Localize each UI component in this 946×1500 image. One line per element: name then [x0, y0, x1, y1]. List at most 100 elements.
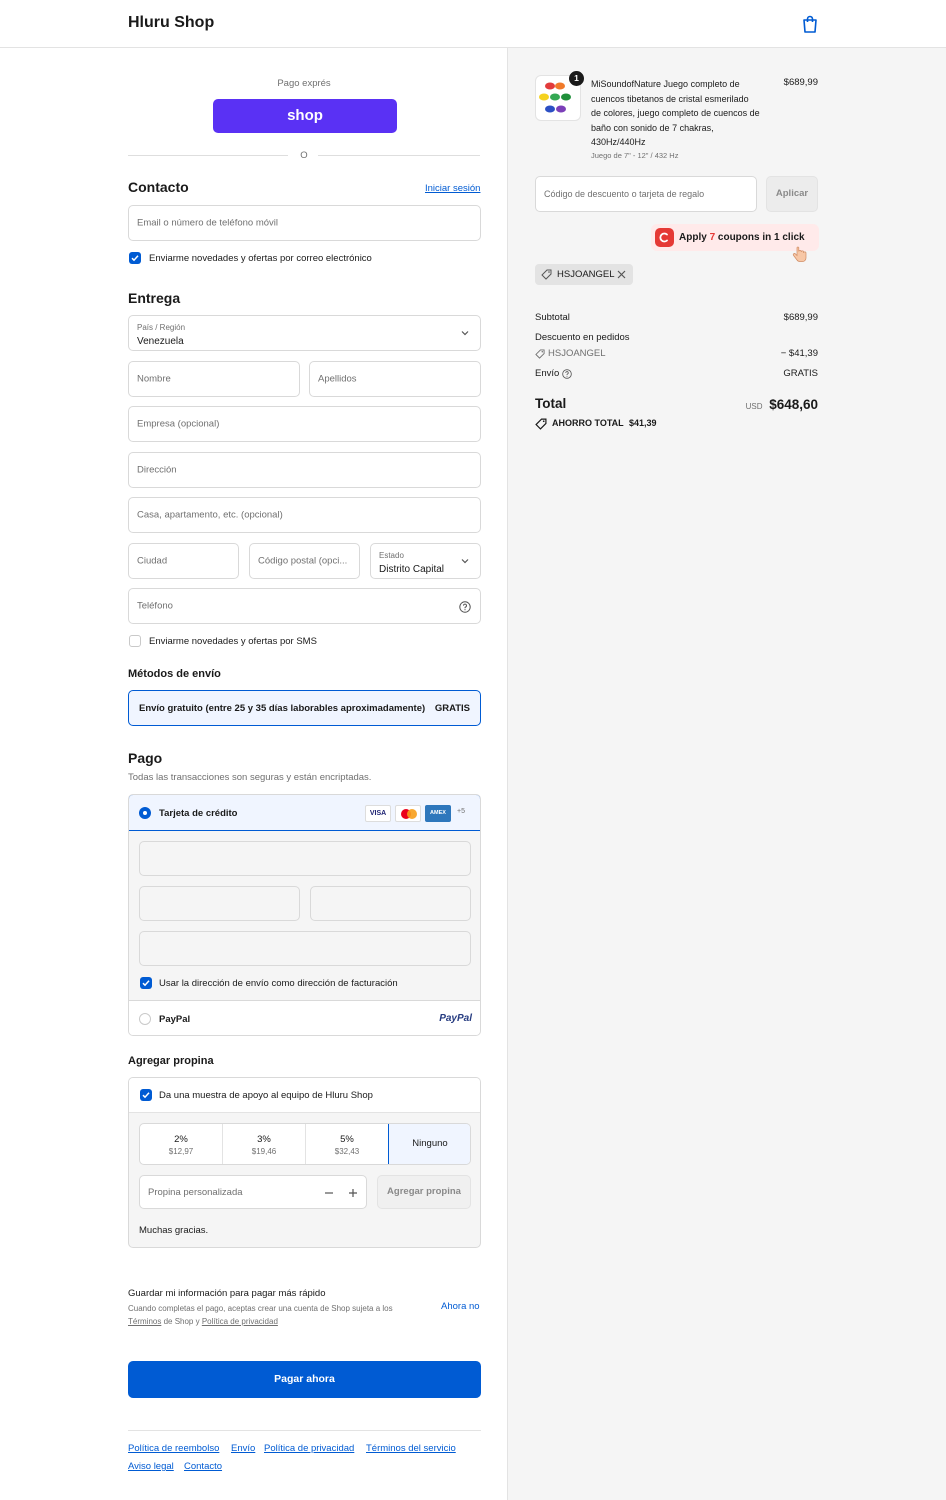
shop-terms-link[interactable]: Términos: [128, 1317, 161, 1326]
payment-methods: Tarjeta de crédito VISA AMEX +5 Usar la …: [128, 794, 481, 1036]
country-value: Venezuela: [137, 336, 184, 347]
login-link[interactable]: Iniciar sesión: [425, 183, 480, 194]
total-row: Total USD $648,60: [535, 396, 818, 416]
credit-card-label: Tarjeta de crédito: [159, 808, 238, 819]
help-circle-icon[interactable]: [562, 369, 572, 379]
billing-checkbox[interactable]: [140, 977, 152, 989]
last-name-field[interactable]: Apellidos: [309, 361, 481, 397]
shop-pay-button[interactable]: shop: [213, 99, 397, 133]
address-placeholder: Dirección: [137, 464, 177, 476]
delivery-title: Entrega: [128, 290, 181, 306]
first-name-field[interactable]: Nombre: [128, 361, 300, 397]
product-variant: Juego de 7" - 12" / 432 Hz: [591, 151, 679, 160]
tip-option-percent: 3%: [257, 1134, 271, 1145]
coupon-banner-pre: Apply: [679, 232, 707, 243]
currency-code: USD: [745, 402, 763, 411]
coupon-extension-icon: [655, 228, 674, 247]
total-value: $648,60: [769, 397, 818, 412]
postal-code-placeholder: Código postal (opci...: [258, 555, 348, 567]
contact-title: Contacto: [128, 179, 189, 195]
tip-checkbox-label: Da una muestra de apoyo al equipo de Hlu…: [159, 1090, 373, 1101]
tip-option-5[interactable]: 5% $32,43: [306, 1124, 389, 1164]
news-checkbox[interactable]: [129, 252, 141, 264]
shipping-option[interactable]: Envío gratuito (entre 25 y 35 días labor…: [128, 690, 481, 726]
card-expiry-field[interactable]: [139, 886, 300, 921]
address-field[interactable]: Dirección: [128, 452, 481, 488]
city-field[interactable]: Ciudad: [128, 543, 239, 579]
not-now-link[interactable]: Ahora no: [441, 1301, 480, 1312]
save-info-desc: Cuando completas el pago, aceptas crear …: [128, 1302, 418, 1328]
header: Hluru Shop: [0, 0, 946, 48]
shipping-option-price: GRATIS: [434, 703, 470, 714]
email-field[interactable]: Email o número de teléfono móvil: [128, 205, 481, 241]
postal-code-field[interactable]: Código postal (opci...: [249, 543, 360, 579]
phone-field[interactable]: Teléfono: [128, 588, 481, 624]
minus-icon[interactable]: [324, 1188, 334, 1198]
custom-tip-field[interactable]: Propina personalizada: [139, 1175, 367, 1209]
card-name-field[interactable]: [139, 931, 471, 966]
help-circle-icon[interactable]: [459, 601, 471, 613]
news-checkbox-label: Enviarme novedades y ofertas por correo …: [149, 253, 372, 264]
apartment-placeholder: Casa, apartamento, etc. (opcional): [137, 509, 283, 521]
product-title-line: de colores, juego completo de cuencos de: [591, 108, 760, 118]
close-icon[interactable]: [617, 270, 626, 279]
divider-right: [318, 155, 480, 156]
subtotal-row: Subtotal $689,99: [535, 312, 818, 323]
state-select[interactable]: Estado Distrito Capital: [370, 543, 481, 579]
savings-label: AHORRO TOTAL: [552, 418, 624, 428]
tip-option-amount: $32,43: [334, 1147, 360, 1156]
payment-title: Pago: [128, 750, 163, 766]
tip-none-label: Ninguno: [412, 1138, 448, 1149]
tip-option-none[interactable]: Ninguno: [388, 1124, 470, 1164]
tip-title: Agregar propina: [128, 1055, 214, 1067]
footer-refund-link[interactable]: Política de reembolso: [128, 1443, 219, 1454]
card-cvv-field[interactable]: [310, 886, 471, 921]
add-tip-button[interactable]: Agregar propina: [377, 1175, 471, 1209]
tip-option-2[interactable]: 2% $12,97: [140, 1124, 223, 1164]
product-title-line: cuencos tibetanos de cristal esmerilado: [591, 93, 749, 104]
email-placeholder: Email o número de teléfono móvil: [137, 217, 278, 229]
tip-box: Da una muestra de apoyo al equipo de Hlu…: [128, 1077, 481, 1248]
shop-privacy-link[interactable]: Política de privacidad: [202, 1317, 278, 1326]
country-select[interactable]: País / Región Venezuela: [128, 315, 481, 351]
plus-icon[interactable]: [348, 1188, 358, 1198]
phone-placeholder: Teléfono: [137, 600, 173, 612]
tip-option-amount: $19,46: [251, 1147, 277, 1156]
shipping-option-label: Envío gratuito (entre 25 y 35 días labor…: [139, 703, 426, 714]
apply-discount-button[interactable]: Aplicar: [766, 176, 818, 212]
applied-code-label: HSJOANGEL: [557, 269, 615, 280]
first-name-placeholder: Nombre: [137, 373, 171, 385]
payment-subtitle: Todas las transacciones son seguras y es…: [128, 772, 372, 783]
last-name-placeholder: Apellidos: [318, 373, 357, 385]
paypal-option[interactable]: PayPal PayPal: [129, 1000, 480, 1035]
sms-checkbox[interactable]: [129, 635, 141, 647]
shop-name[interactable]: Hluru Shop: [128, 14, 214, 32]
apartment-field[interactable]: Casa, apartamento, etc. (opcional): [128, 497, 481, 533]
discount-label: Descuento en pedidos: [535, 332, 630, 343]
tip-checkbox[interactable]: [140, 1089, 152, 1101]
company-field[interactable]: Empresa (opcional): [128, 406, 481, 442]
pay-now-button[interactable]: Pagar ahora: [128, 1361, 481, 1398]
express-label: Pago exprés: [277, 78, 331, 89]
footer-shipping-link[interactable]: Envío: [231, 1443, 255, 1454]
credit-card-radio[interactable]: [139, 807, 151, 819]
billing-checkbox-label: Usar la dirección de envío como direcció…: [159, 978, 398, 989]
tip-options: 2% $12,97 3% $19,46 5% $32,43 Ninguno: [139, 1123, 471, 1165]
paypal-label: PayPal: [159, 1014, 191, 1025]
card-number-field[interactable]: [139, 841, 471, 876]
discount-code-field[interactable]: Código de descuento o tarjeta de regalo: [535, 176, 757, 212]
shopping-bag-icon[interactable]: [802, 15, 818, 33]
paypal-logo: PayPal: [439, 1013, 472, 1024]
paypal-radio[interactable]: [139, 1013, 151, 1025]
tip-option-percent: 5%: [340, 1134, 354, 1145]
footer-privacy-link[interactable]: Política de privacidad: [264, 1443, 354, 1454]
tip-option-3[interactable]: 3% $19,46: [223, 1124, 306, 1164]
footer-terms-link[interactable]: Términos del servicio: [366, 1443, 456, 1454]
credit-card-option[interactable]: Tarjeta de crédito VISA AMEX +5: [129, 795, 480, 831]
hand-pointer-icon: [792, 246, 807, 262]
tip-option-amount: $12,97: [168, 1147, 194, 1156]
state-label: Estado: [379, 551, 404, 560]
tag-icon: [541, 269, 552, 280]
footer-legal-link[interactable]: Aviso legal: [128, 1461, 174, 1472]
footer-contact-link[interactable]: Contacto: [184, 1461, 222, 1472]
